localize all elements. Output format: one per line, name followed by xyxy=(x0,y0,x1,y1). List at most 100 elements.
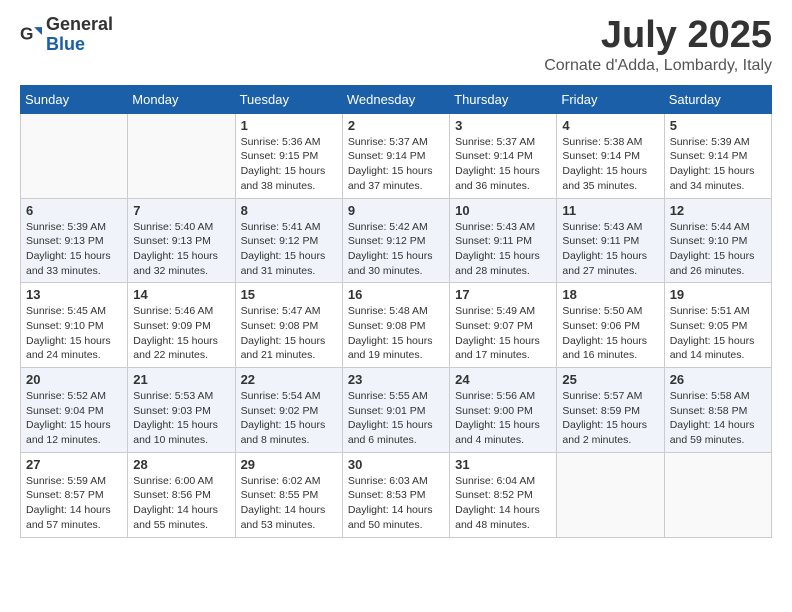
day-number: 5 xyxy=(670,118,766,133)
calendar-cell: 29 Sunrise: 6:02 AM Sunset: 8:55 PM Dayli… xyxy=(235,452,342,537)
day-info: Sunrise: 5:56 AM Sunset: 9:00 PM Dayligh… xyxy=(455,389,551,448)
calendar-cell: 21 Sunrise: 5:53 AM Sunset: 9:03 PM Dayli… xyxy=(128,368,235,453)
day-info: Sunrise: 5:55 AM Sunset: 9:01 PM Dayligh… xyxy=(348,389,444,448)
day-number: 3 xyxy=(455,118,551,133)
month-title: July 2025 xyxy=(544,15,772,57)
calendar-cell: 2 Sunrise: 5:37 AM Sunset: 9:14 PM Daylig… xyxy=(342,113,449,198)
day-info: Sunrise: 5:37 AM Sunset: 9:14 PM Dayligh… xyxy=(455,135,551,194)
calendar-cell: 8 Sunrise: 5:41 AM Sunset: 9:12 PM Daylig… xyxy=(235,198,342,283)
day-info: Sunrise: 5:53 AM Sunset: 9:03 PM Dayligh… xyxy=(133,389,229,448)
calendar-cell: 24 Sunrise: 5:56 AM Sunset: 9:00 PM Dayli… xyxy=(450,368,557,453)
calendar-cell: 6Sunrise: 5:39 AM Sunset: 9:13 PM Daylig… xyxy=(21,198,128,283)
weekday-header-friday: Friday xyxy=(557,85,664,113)
day-info: Sunrise: 5:42 AM Sunset: 9:12 PM Dayligh… xyxy=(348,220,444,279)
day-number: 7 xyxy=(133,203,229,218)
day-info: Sunrise: 5:45 AM Sunset: 9:10 PM Dayligh… xyxy=(26,304,122,363)
calendar-cell: 26 Sunrise: 5:58 AM Sunset: 8:58 PM Dayli… xyxy=(664,368,771,453)
day-info: Sunrise: 5:36 AM Sunset: 9:15 PM Dayligh… xyxy=(241,135,337,194)
day-info: Sunrise: 5:52 AM Sunset: 9:04 PM Dayligh… xyxy=(26,389,122,448)
calendar-cell: 31 Sunrise: 6:04 AM Sunset: 8:52 PM Dayli… xyxy=(450,452,557,537)
calendar-cell: 23 Sunrise: 5:55 AM Sunset: 9:01 PM Dayli… xyxy=(342,368,449,453)
day-info: Sunrise: 6:03 AM Sunset: 8:53 PM Dayligh… xyxy=(348,474,444,533)
day-info: Sunrise: 5:44 AM Sunset: 9:10 PM Dayligh… xyxy=(670,220,766,279)
day-info: Sunrise: 5:49 AM Sunset: 9:07 PM Dayligh… xyxy=(455,304,551,363)
calendar-cell xyxy=(128,113,235,198)
title-block: July 2025 Cornate d'Adda, Lombardy, Ital… xyxy=(544,15,772,75)
calendar-week-row: 1Sunrise: 5:36 AM Sunset: 9:15 PM Daylig… xyxy=(21,113,772,198)
calendar-week-row: 20 Sunrise: 5:52 AM Sunset: 9:04 PM Dayli… xyxy=(21,368,772,453)
day-info: Sunrise: 5:43 AM Sunset: 9:11 PM Dayligh… xyxy=(562,220,658,279)
calendar-cell: 14 Sunrise: 5:46 AM Sunset: 9:09 PM Dayli… xyxy=(128,283,235,368)
calendar-cell: 30 Sunrise: 6:03 AM Sunset: 8:53 PM Dayli… xyxy=(342,452,449,537)
day-number: 20 xyxy=(26,372,122,387)
location-subtitle: Cornate d'Adda, Lombardy, Italy xyxy=(544,57,772,75)
calendar-cell: 13 Sunrise: 5:45 AM Sunset: 9:10 PM Dayli… xyxy=(21,283,128,368)
day-number: 6 xyxy=(26,203,122,218)
calendar-cell: 1Sunrise: 5:36 AM Sunset: 9:15 PM Daylig… xyxy=(235,113,342,198)
calendar-cell: 22Sunrise: 5:54 AM Sunset: 9:02 PM Dayli… xyxy=(235,368,342,453)
day-info: Sunrise: 5:38 AM Sunset: 9:14 PM Dayligh… xyxy=(562,135,658,194)
day-number: 14 xyxy=(133,287,229,302)
day-number: 11 xyxy=(562,203,658,218)
day-number: 29 xyxy=(241,457,337,472)
weekday-header-saturday: Saturday xyxy=(664,85,771,113)
day-info: Sunrise: 5:43 AM Sunset: 9:11 PM Dayligh… xyxy=(455,220,551,279)
day-number: 24 xyxy=(455,372,551,387)
day-number: 18 xyxy=(562,287,658,302)
calendar-cell: 7Sunrise: 5:40 AM Sunset: 9:13 PM Daylig… xyxy=(128,198,235,283)
weekday-header-thursday: Thursday xyxy=(450,85,557,113)
day-number: 30 xyxy=(348,457,444,472)
calendar-cell: 25 Sunrise: 5:57 AM Sunset: 8:59 PM Dayli… xyxy=(557,368,664,453)
day-number: 25 xyxy=(562,372,658,387)
day-number: 15 xyxy=(241,287,337,302)
weekday-header-monday: Monday xyxy=(128,85,235,113)
day-info: Sunrise: 5:39 AM Sunset: 9:14 PM Dayligh… xyxy=(670,135,766,194)
weekday-header-row: SundayMondayTuesdayWednesdayThursdayFrid… xyxy=(21,85,772,113)
day-number: 26 xyxy=(670,372,766,387)
day-number: 22 xyxy=(241,372,337,387)
calendar-cell: 5 Sunrise: 5:39 AM Sunset: 9:14 PM Daylig… xyxy=(664,113,771,198)
day-number: 13 xyxy=(26,287,122,302)
calendar-cell: 27Sunrise: 5:59 AM Sunset: 8:57 PM Dayli… xyxy=(21,452,128,537)
page-header: G General Blue July 2025 Cornate d'Adda,… xyxy=(20,15,772,75)
logo-general: General xyxy=(46,14,113,34)
calendar-cell: 16Sunrise: 5:48 AM Sunset: 9:08 PM Dayli… xyxy=(342,283,449,368)
day-number: 27 xyxy=(26,457,122,472)
calendar-week-row: 13 Sunrise: 5:45 AM Sunset: 9:10 PM Dayli… xyxy=(21,283,772,368)
day-info: Sunrise: 5:46 AM Sunset: 9:09 PM Dayligh… xyxy=(133,304,229,363)
calendar-table: SundayMondayTuesdayWednesdayThursdayFrid… xyxy=(20,85,772,538)
calendar-cell: 4 Sunrise: 5:38 AM Sunset: 9:14 PM Daylig… xyxy=(557,113,664,198)
calendar-cell xyxy=(664,452,771,537)
day-number: 9 xyxy=(348,203,444,218)
day-number: 2 xyxy=(348,118,444,133)
calendar-cell: 18 Sunrise: 5:50 AM Sunset: 9:06 PM Dayli… xyxy=(557,283,664,368)
day-info: Sunrise: 5:58 AM Sunset: 8:58 PM Dayligh… xyxy=(670,389,766,448)
day-info: Sunrise: 5:57 AM Sunset: 8:59 PM Dayligh… xyxy=(562,389,658,448)
day-number: 8 xyxy=(241,203,337,218)
calendar-cell: 20 Sunrise: 5:52 AM Sunset: 9:04 PM Dayli… xyxy=(21,368,128,453)
calendar-cell: 3 Sunrise: 5:37 AM Sunset: 9:14 PM Daylig… xyxy=(450,113,557,198)
day-number: 12 xyxy=(670,203,766,218)
calendar-cell: 17Sunrise: 5:49 AM Sunset: 9:07 PM Dayli… xyxy=(450,283,557,368)
logo-icon: G xyxy=(20,24,42,46)
day-number: 31 xyxy=(455,457,551,472)
calendar-cell: 12 Sunrise: 5:44 AM Sunset: 9:10 PM Dayli… xyxy=(664,198,771,283)
day-number: 23 xyxy=(348,372,444,387)
day-number: 19 xyxy=(670,287,766,302)
day-info: Sunrise: 5:41 AM Sunset: 9:12 PM Dayligh… xyxy=(241,220,337,279)
calendar-cell: 11 Sunrise: 5:43 AM Sunset: 9:11 PM Dayli… xyxy=(557,198,664,283)
weekday-header-tuesday: Tuesday xyxy=(235,85,342,113)
day-info: Sunrise: 5:47 AM Sunset: 9:08 PM Dayligh… xyxy=(241,304,337,363)
day-number: 21 xyxy=(133,372,229,387)
calendar-cell xyxy=(557,452,664,537)
day-info: Sunrise: 5:37 AM Sunset: 9:14 PM Dayligh… xyxy=(348,135,444,194)
day-info: Sunrise: 6:04 AM Sunset: 8:52 PM Dayligh… xyxy=(455,474,551,533)
day-number: 4 xyxy=(562,118,658,133)
day-info: Sunrise: 5:50 AM Sunset: 9:06 PM Dayligh… xyxy=(562,304,658,363)
calendar-cell: 19Sunrise: 5:51 AM Sunset: 9:05 PM Dayli… xyxy=(664,283,771,368)
day-number: 16 xyxy=(348,287,444,302)
day-info: Sunrise: 6:02 AM Sunset: 8:55 PM Dayligh… xyxy=(241,474,337,533)
calendar-cell: 28Sunrise: 6:00 AM Sunset: 8:56 PM Dayli… xyxy=(128,452,235,537)
day-number: 10 xyxy=(455,203,551,218)
logo: G General Blue xyxy=(20,15,113,55)
